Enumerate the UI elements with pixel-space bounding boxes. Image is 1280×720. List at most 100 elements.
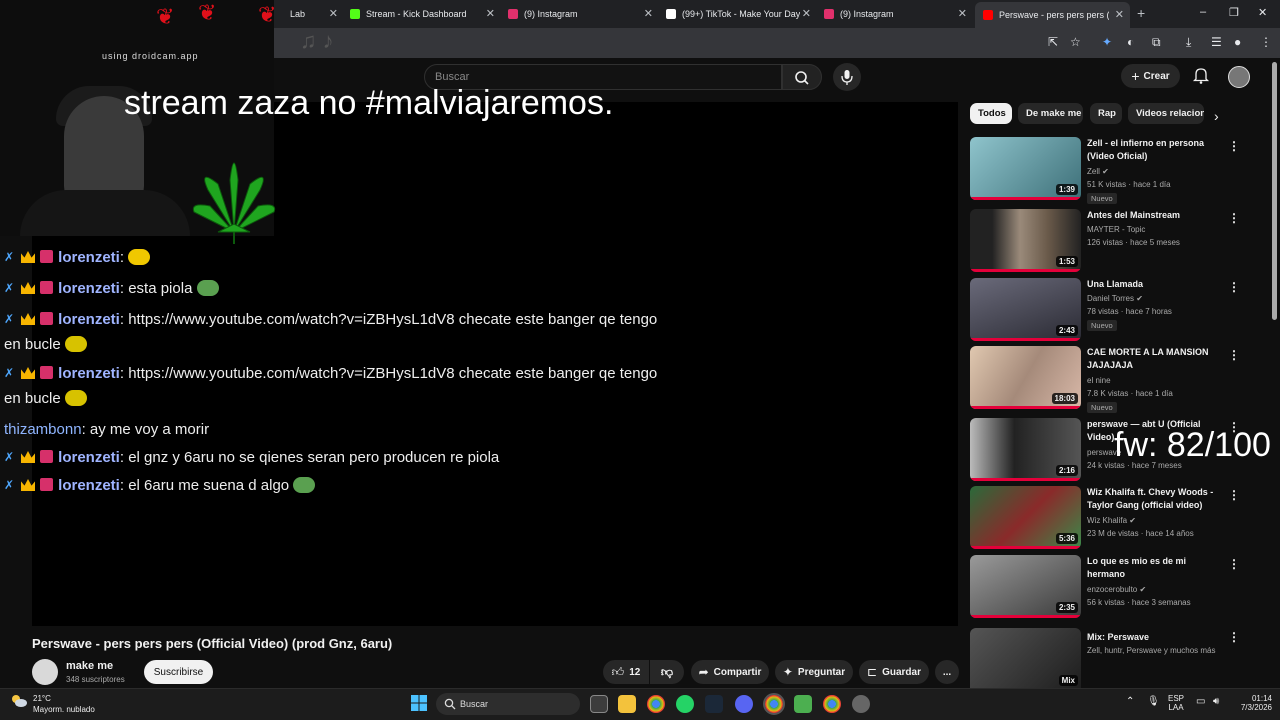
- browser-tab[interactable]: (99+) TikTok - Make Your Day ✕: [666, 4, 811, 24]
- volume-icon[interactable]: 🔊︎: [1213, 696, 1219, 707]
- browser-tab[interactable]: Lab ✕: [290, 4, 338, 24]
- kebab-menu-icon[interactable]: ⋮: [1228, 139, 1240, 153]
- recommended-channel[interactable]: enzocerobulto ✔: [1087, 585, 1146, 594]
- kebab-menu-icon[interactable]: ⋮: [1228, 557, 1240, 571]
- recommended-video[interactable]: 1:39 Zell - el infierno en persona (Vide…: [970, 137, 1250, 204]
- recommended-video[interactable]: 2:35 Lo que es mio es de mi hermano enzo…: [970, 555, 1250, 619]
- chip-from-channel[interactable]: De make me: [1018, 103, 1083, 124]
- recommended-video[interactable]: 5:36 Wiz Khalifa ft. Chevy Woods - Taylo…: [970, 486, 1250, 550]
- network-icon[interactable]: ▭: [1196, 696, 1205, 707]
- create-button[interactable]: + Crear: [1121, 64, 1180, 88]
- video-thumbnail[interactable]: 1:53: [970, 209, 1081, 272]
- task-view-icon[interactable]: [590, 695, 608, 713]
- recommended-title[interactable]: Mix: Perswave: [1087, 631, 1221, 644]
- close-icon[interactable]: ✕: [1115, 8, 1124, 21]
- video-thumbnail[interactable]: 1:39: [970, 137, 1081, 200]
- chip-related[interactable]: Videos relacionados: [1128, 103, 1204, 124]
- subscribe-button[interactable]: Suscribirse: [144, 660, 213, 684]
- recommended-video[interactable]: 1:53 Antes del Mainstream MAYTER - Topic…: [970, 209, 1250, 273]
- weather-cloud-icon[interactable]: [10, 694, 28, 708]
- tray-chevron-up-icon[interactable]: ⌃: [1126, 696, 1134, 707]
- close-window-button[interactable]: ✕: [1258, 6, 1267, 19]
- recommended-channel[interactable]: Daniel Torres ✔: [1087, 294, 1143, 303]
- extension-icon[interactable]: ✦: [1102, 35, 1112, 49]
- recommended-video[interactable]: 18:03 CAE MORTE A LA MANSION JAJAJAJA el…: [970, 346, 1250, 413]
- chrome-profile-icon[interactable]: [823, 695, 841, 713]
- share-button[interactable]: ➦ Compartir: [691, 660, 769, 684]
- reading-list-icon[interactable]: ☰: [1211, 35, 1222, 49]
- system-clock[interactable]: 01:14 7/3/2026: [1232, 694, 1272, 712]
- close-icon[interactable]: ✕: [644, 7, 653, 20]
- chrome-icon[interactable]: [647, 695, 665, 713]
- video-thumbnail[interactable]: 18:03: [970, 346, 1081, 409]
- account-avatar[interactable]: [1228, 66, 1250, 88]
- recommended-channel[interactable]: Zell, huntr, Perswave y muchos más: [1087, 646, 1216, 655]
- recommended-title[interactable]: Wiz Khalifa ft. Chevy Woods - Taylor Gan…: [1087, 486, 1221, 512]
- like-button[interactable]: 👍︎ 12: [603, 660, 649, 684]
- minimize-button[interactable]: –: [1200, 6, 1206, 18]
- chip-rap[interactable]: Rap: [1090, 103, 1122, 124]
- close-icon[interactable]: ✕: [958, 7, 967, 20]
- maximize-button[interactable]: ❐: [1229, 6, 1239, 19]
- recommended-channel[interactable]: Wiz Khalifa ✔: [1087, 516, 1136, 525]
- chrome-active-icon[interactable]: [763, 693, 785, 715]
- recommended-title[interactable]: Zell - el infierno en persona (Video Ofi…: [1087, 137, 1221, 163]
- browser-tab[interactable]: (9) Instagram ✕: [508, 4, 653, 24]
- dislike-button[interactable]: 👎︎: [650, 660, 684, 684]
- notifications-bell-icon[interactable]: [1192, 66, 1210, 84]
- kebab-menu-icon[interactable]: ⋮: [1228, 348, 1240, 362]
- recommended-channel[interactable]: MAYTER - Topic: [1087, 225, 1145, 234]
- more-menu-icon[interactable]: ⋮: [1260, 35, 1272, 49]
- recommended-title[interactable]: Una Llamada: [1087, 278, 1221, 291]
- more-actions-button[interactable]: ...: [935, 660, 959, 684]
- search-button[interactable]: [782, 64, 822, 90]
- weather-description[interactable]: Mayorm. nublado: [33, 705, 95, 714]
- recommended-video[interactable]: 2:43 Una Llamada Daniel Torres ✔ 78 vist…: [970, 278, 1250, 342]
- steam-icon[interactable]: [705, 695, 723, 713]
- recommended-channel[interactable]: Zell ✔: [1087, 167, 1109, 176]
- weather-temperature[interactable]: 21°C: [33, 694, 51, 703]
- microphone-tray-icon[interactable]: 🎙︎: [1147, 696, 1160, 707]
- extensions-puzzle-icon[interactable]: ⧉: [1152, 35, 1161, 50]
- recommended-title[interactable]: CAE MORTE A LA MANSION JAJAJAJA: [1087, 346, 1221, 372]
- bookmark-star-icon[interactable]: ☆: [1070, 35, 1081, 49]
- browser-tab[interactable]: (9) Instagram ✕: [824, 4, 967, 24]
- page-scrollbar[interactable]: [1272, 62, 1277, 320]
- close-icon[interactable]: ✕: [486, 7, 495, 20]
- mix-thumbnail[interactable]: Mix: [970, 628, 1081, 688]
- browser-tab-active[interactable]: Perswave - pers pers pers ( ✕: [975, 2, 1130, 28]
- chevron-right-icon[interactable]: ›: [1214, 108, 1219, 124]
- chip-all[interactable]: Todos: [970, 103, 1012, 124]
- kebab-menu-icon[interactable]: ⋮: [1228, 211, 1240, 225]
- channel-avatar[interactable]: [32, 659, 58, 685]
- taskbar-search[interactable]: Buscar: [436, 693, 580, 715]
- new-tab-button[interactable]: +: [1137, 5, 1145, 21]
- close-icon[interactable]: ✕: [329, 7, 338, 20]
- recommended-title[interactable]: Antes del Mainstream: [1087, 209, 1221, 222]
- video-thumbnail[interactable]: 2:43: [970, 278, 1081, 341]
- kebab-menu-icon[interactable]: ⋮: [1228, 280, 1240, 294]
- close-icon[interactable]: ✕: [802, 7, 811, 20]
- browser-tab[interactable]: Stream - Kick Dashboard ✕: [350, 4, 495, 24]
- video-thumbnail[interactable]: 5:36: [970, 486, 1081, 549]
- profile-icon[interactable]: ●: [1234, 35, 1241, 49]
- language-indicator[interactable]: ESP LAA: [1168, 694, 1184, 712]
- settings-gear-icon[interactable]: [852, 695, 870, 713]
- video-thumbnail[interactable]: 2:16: [970, 418, 1081, 481]
- minecraft-icon[interactable]: [794, 695, 812, 713]
- install-icon[interactable]: ⇱: [1048, 35, 1058, 49]
- kebab-menu-icon[interactable]: ⋮: [1228, 630, 1240, 644]
- video-thumbnail[interactable]: 2:35: [970, 555, 1081, 618]
- save-button[interactable]: ⊏ Guardar: [859, 660, 929, 684]
- voice-search-button[interactable]: [833, 63, 861, 91]
- recommended-channel[interactable]: el nine: [1087, 376, 1111, 385]
- recommended-title[interactable]: Lo que es mio es de mi hermano: [1087, 555, 1221, 581]
- kebab-menu-icon[interactable]: ⋮: [1228, 488, 1240, 502]
- recommended-mix[interactable]: Mix Mix: Perswave Zell, huntr, Perswave …: [970, 628, 1250, 688]
- whatsapp-icon[interactable]: [676, 695, 694, 713]
- download-icon[interactable]: ⤓: [1186, 35, 1191, 50]
- ask-button[interactable]: ✦ Preguntar: [775, 660, 853, 684]
- dark-mode-icon[interactable]: ◐: [1127, 35, 1134, 49]
- windows-start-icon[interactable]: [411, 695, 427, 711]
- file-explorer-icon[interactable]: [618, 695, 636, 713]
